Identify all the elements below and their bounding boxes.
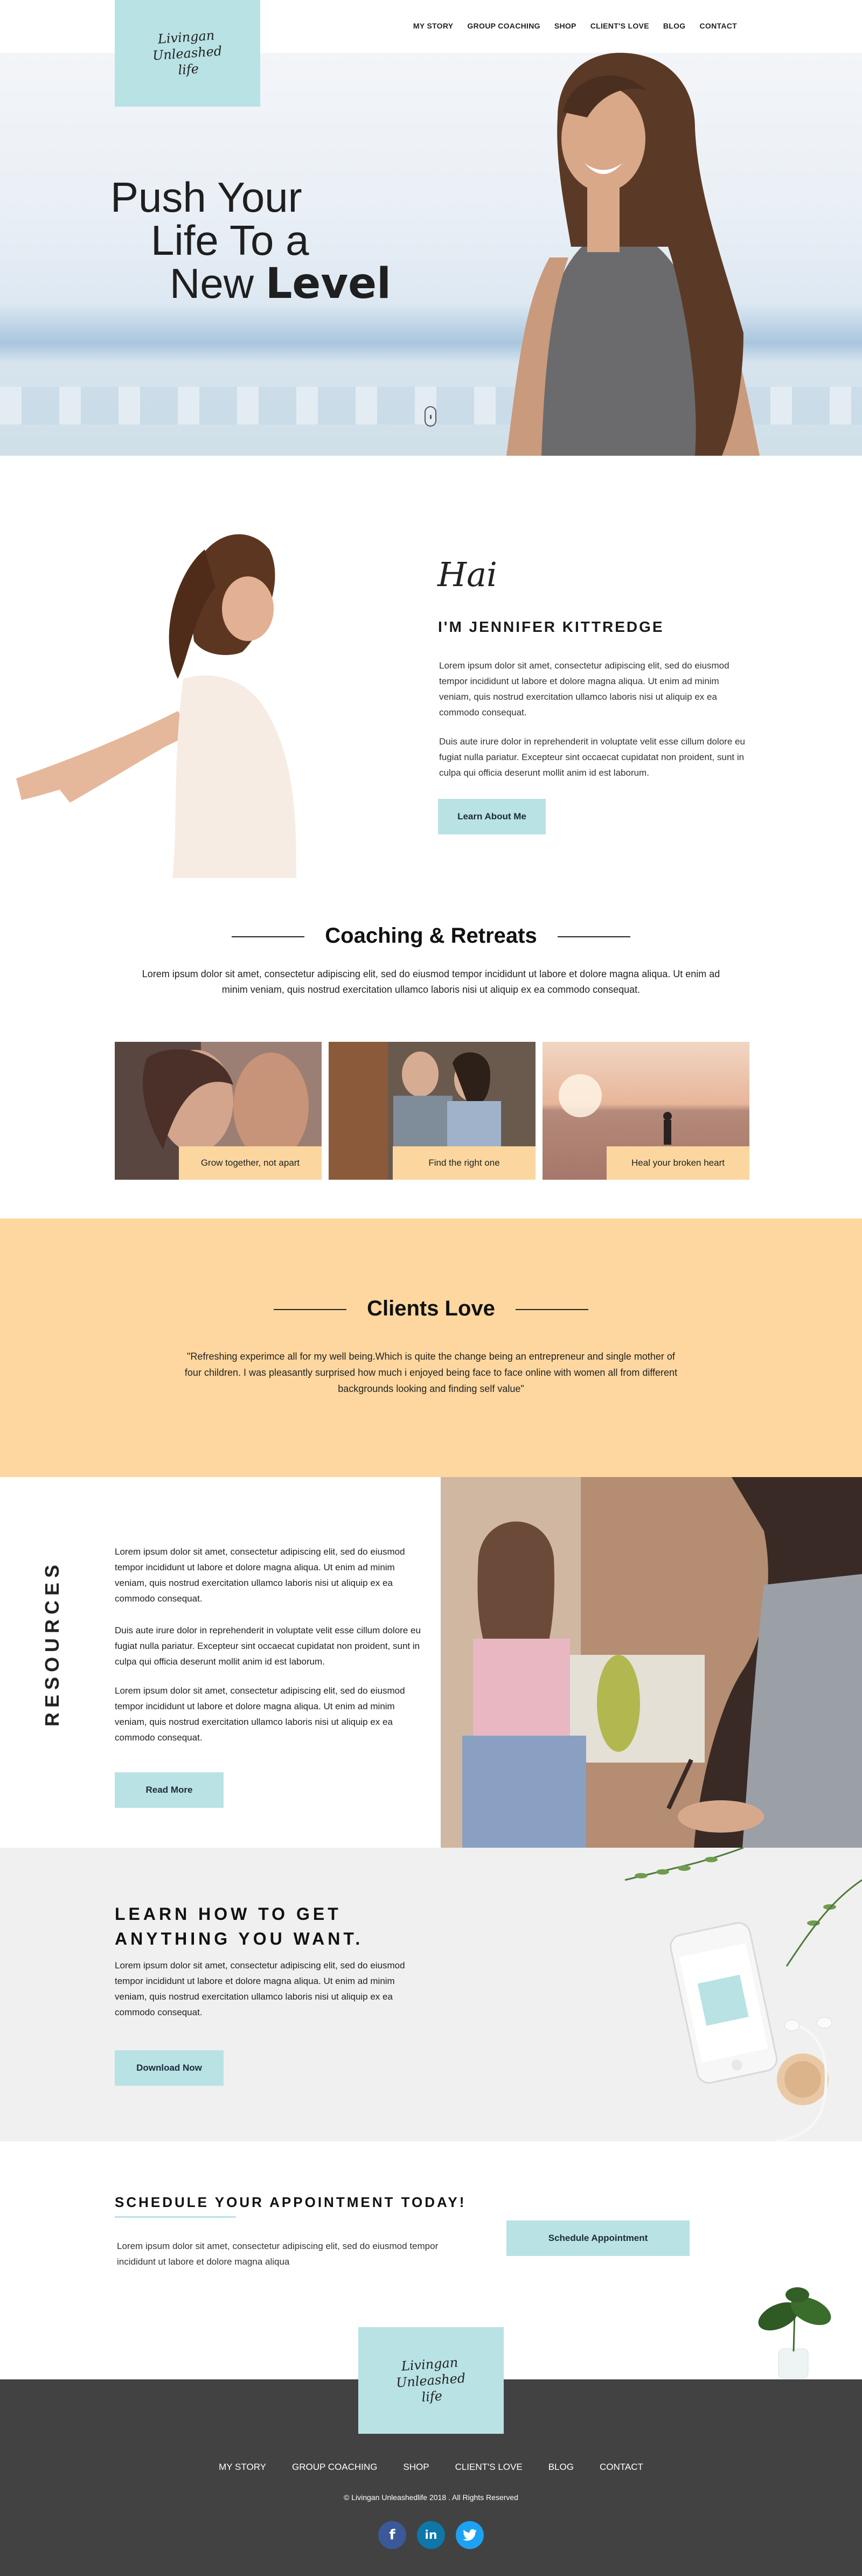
clients-title: Clients Love: [0, 1297, 862, 1321]
nav-group-coaching[interactable]: GROUP COACHING: [467, 22, 540, 30]
twitter-icon[interactable]: [456, 2521, 484, 2549]
title-rule-left: [232, 936, 305, 938]
footer-logo-text: Livingan Unleashed life: [395, 2355, 467, 2405]
site-logo[interactable]: Livingan Unleashed life: [115, 0, 260, 107]
learn-text: Lorem ipsum dolor sit amet, consectetur …: [115, 1960, 405, 2017]
footer-nav-shop[interactable]: SHOP: [403, 2462, 429, 2473]
nav-my-story[interactable]: MY STORY: [413, 22, 454, 30]
nav-clients-love[interactable]: CLIENT'S LOVE: [590, 22, 649, 30]
title-rule-right: [557, 936, 630, 938]
scroll-down-icon[interactable]: [425, 406, 436, 427]
about-name: I'M JENNIFER KITTREDGE: [438, 618, 664, 635]
twitter-bird-icon: [463, 2529, 477, 2541]
resources-vertical-title: RESOURCES: [41, 1559, 63, 1726]
resources-paragraph-3: Lorem ipsum dolor sit amet, consectetur …: [115, 1686, 405, 1743]
client-testimonial: "Refreshing experimce all for my well be…: [184, 1351, 678, 1394]
logo-text: Livingan Unleashed life: [152, 27, 223, 78]
coaching-session-photo: [441, 1477, 862, 1848]
coaching-card-grow[interactable]: Grow together, not apart: [115, 1042, 322, 1180]
footer-nav-contact[interactable]: CONTACT: [600, 2462, 643, 2473]
main-menu: MY STORY GROUP COACHING SHOP CLIENT'S LO…: [413, 22, 737, 30]
hero-woman-image: [506, 53, 760, 456]
about-woman-image: [16, 534, 296, 878]
title-rule-left: [274, 1309, 347, 1311]
schedule-title: SCHEDULE YOUR APPOINTMENT TODAY!: [115, 2194, 467, 2210]
plant-vase-image: [758, 2287, 831, 2379]
footer-nav-my-story[interactable]: MY STORY: [219, 2462, 266, 2473]
coaching-title: Coaching & Retreats: [0, 924, 862, 948]
about-paragraph-2: Duis aute irure dolor in reprehenderit i…: [439, 736, 745, 778]
nav-shop[interactable]: SHOP: [554, 22, 576, 30]
footer-nav-group-coaching[interactable]: GROUP COACHING: [292, 2462, 377, 2473]
social-links: f in: [0, 2521, 862, 2549]
schedule-appointment-button[interactable]: Schedule Appointment: [506, 2220, 690, 2256]
linkedin-icon[interactable]: in: [417, 2521, 445, 2549]
about-paragraph-1: Lorem ipsum dolor sit amet, consectetur …: [439, 660, 729, 718]
schedule-rule: [115, 2216, 236, 2218]
learn-title: LEARN HOW TO GET ANYTHING YOU WANT.: [115, 1904, 364, 1948]
nav-blog[interactable]: BLOG: [663, 22, 686, 30]
footer-menu: MY STORY GROUP COACHING SHOP CLIENT'S LO…: [0, 2462, 862, 2473]
coaching-card-heal[interactable]: Heal your broken heart: [543, 1042, 749, 1180]
learn-about-me-button[interactable]: Learn About Me: [438, 799, 546, 834]
hero-section: Push Your Life To a New Level: [0, 53, 862, 456]
coaching-card-find[interactable]: Find the right one: [329, 1042, 536, 1180]
schedule-text: Lorem ipsum dolor sit amet, consectetur …: [117, 2241, 439, 2267]
facebook-icon[interactable]: f: [378, 2521, 406, 2549]
download-now-button[interactable]: Download Now: [115, 2050, 224, 2086]
about-greeting: Hai: [437, 555, 497, 594]
phone-desk-image: [624, 1848, 862, 2141]
footer-nav-clients-love[interactable]: CLIENT'S LOVE: [455, 2462, 523, 2473]
coaching-text: Lorem ipsum dolor sit amet, consectetur …: [142, 969, 720, 995]
footer-logo[interactable]: Livingan Unleashed life: [358, 2327, 504, 2434]
resources-image: [441, 1477, 862, 1848]
resources-paragraph-2: Duis aute irure dolor in reprehenderit i…: [115, 1625, 421, 1667]
title-rule-right: [515, 1309, 588, 1311]
copyright: © Livingan Unleashedlife 2018 . All Righ…: [344, 2493, 518, 2502]
card-label: Grow together, not apart: [179, 1146, 322, 1180]
card-label: Heal your broken heart: [607, 1146, 749, 1180]
clients-love-section: [0, 1219, 862, 1477]
read-more-button[interactable]: Read More: [115, 1772, 224, 1808]
nav-contact[interactable]: CONTACT: [700, 22, 738, 30]
card-label: Find the right one: [393, 1146, 536, 1180]
resources-paragraph-1: Lorem ipsum dolor sit amet, consectetur …: [115, 1547, 405, 1604]
footer-nav-blog[interactable]: BLOG: [548, 2462, 574, 2473]
hero-title: Push Your Life To a New Level: [110, 173, 391, 308]
